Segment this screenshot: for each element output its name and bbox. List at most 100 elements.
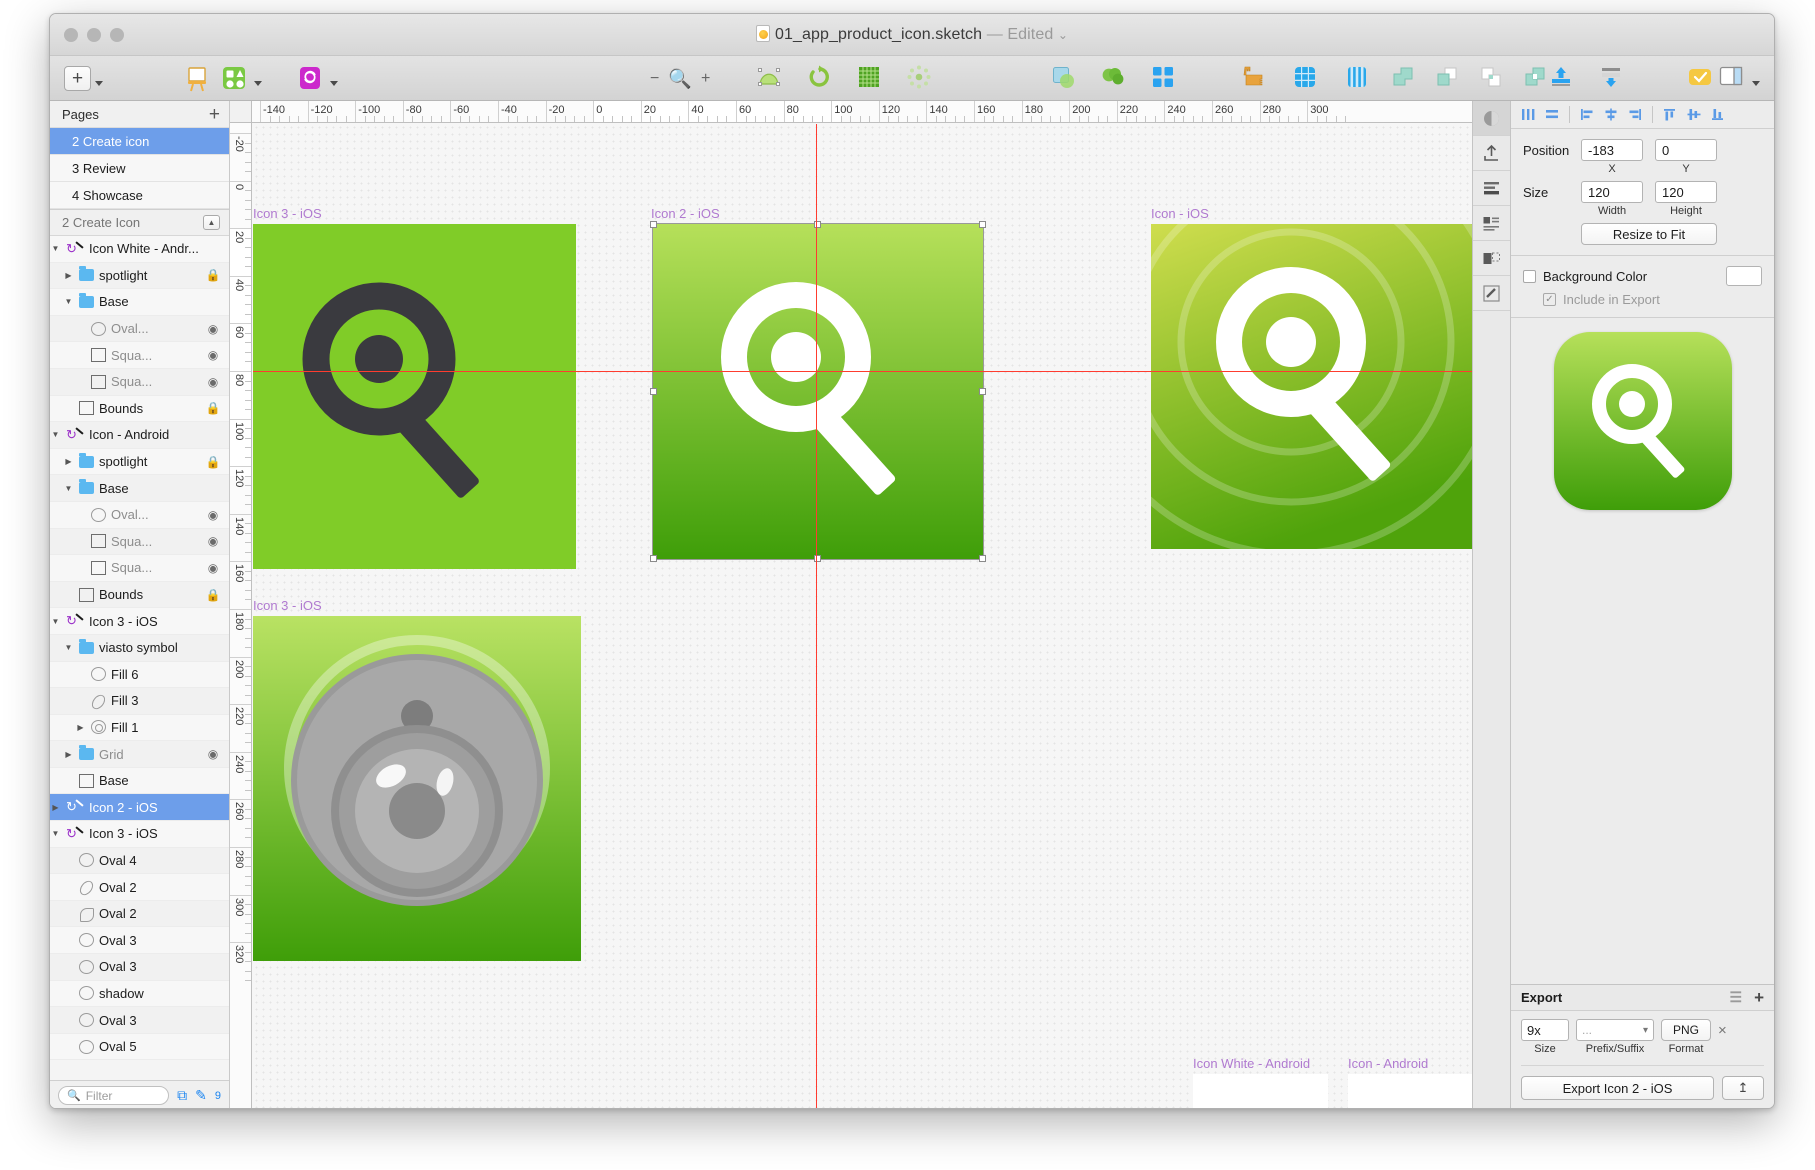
align-lines-icon[interactable]	[1472, 171, 1511, 206]
layer-row[interactable]: ▶ Squa... ◉	[50, 555, 229, 582]
layer-row[interactable]: ▶ Oval... ◉	[50, 501, 229, 529]
zoom-controls[interactable]: − 🔍 +	[650, 62, 710, 95]
eye-icon[interactable]: ◉	[205, 508, 221, 522]
disclosure-closed-icon[interactable]: ▶	[63, 750, 74, 759]
chevron-down-icon[interactable]	[1752, 80, 1760, 86]
page-item-0[interactable]: 2 Create icon	[50, 128, 229, 155]
shapes-icon[interactable]	[220, 64, 250, 94]
pencil-icon[interactable]: ✎	[195, 1087, 207, 1104]
mask-shape-icon[interactable]	[1472, 241, 1511, 276]
selection-handle[interactable]	[979, 388, 986, 395]
artboard-icon3-ios-bottom[interactable]	[253, 616, 581, 961]
artboard-label[interactable]: Icon - iOS	[1151, 206, 1209, 221]
artboard-icon2-ios[interactable]	[652, 223, 984, 560]
include-in-export-checkbox[interactable]: ✓	[1543, 293, 1556, 306]
mask-icon[interactable]	[756, 64, 786, 94]
layer-row[interactable]: ▶ Oval 3	[50, 1007, 229, 1034]
align-middle-icon[interactable]	[1683, 105, 1705, 125]
disclosure-open-icon[interactable]: ▼	[50, 430, 61, 439]
page-item-2[interactable]: 4 Showcase	[50, 182, 229, 209]
toggle-inspector-icon[interactable]	[1718, 64, 1748, 94]
artboard-label[interactable]: Icon White - Android	[1193, 1056, 1310, 1071]
inspector-icon-strip[interactable]	[1472, 101, 1511, 1108]
disclosure-closed-icon[interactable]: ▶	[50, 803, 61, 812]
disclosure-open-icon[interactable]: ▼	[63, 297, 74, 306]
horizontal-guide[interactable]	[253, 371, 1472, 372]
add-export-preset-button[interactable]: +	[1754, 988, 1764, 1008]
artboard-icon3-ios-top[interactable]	[253, 224, 576, 569]
artboard-label[interactable]: Icon 2 - iOS	[651, 206, 720, 221]
layer-row[interactable]: ▶ Oval... ◉	[50, 315, 229, 343]
lock-icon[interactable]: 🔒	[205, 401, 221, 415]
chevron-down-icon[interactable]	[330, 80, 338, 86]
plus-icon[interactable]: +	[64, 66, 91, 91]
export-size-input[interactable]: 9x	[1521, 1019, 1569, 1041]
chevron-down-icon[interactable]	[95, 80, 103, 86]
align-bottom-icon[interactable]	[1707, 105, 1729, 125]
layer-row[interactable]: ▼ ↻ Icon White - Andr...	[50, 236, 229, 263]
disclosure-closed-icon[interactable]: ▶	[75, 723, 86, 732]
slice-icon[interactable]	[1472, 276, 1511, 311]
insert-tool[interactable]: +	[64, 62, 103, 95]
align-top-icon[interactable]	[1659, 105, 1681, 125]
eye-icon[interactable]: ◉	[205, 348, 221, 362]
layer-row[interactable]: ▶ Squa... ◉	[50, 342, 229, 369]
order-tools-group[interactable]	[1548, 62, 1628, 95]
disclosure-open-icon[interactable]: ▼	[50, 617, 61, 626]
toggle-inspector-button[interactable]	[1718, 62, 1760, 95]
remove-export-preset-button[interactable]: ×	[1718, 1022, 1727, 1039]
layer-row[interactable]: ▼ ↻ Icon 3 - iOS	[50, 821, 229, 848]
send-to-back-icon[interactable]	[1598, 64, 1628, 94]
page-item-1[interactable]: 3 Review	[50, 155, 229, 182]
layers-list[interactable]: ▼ ↻ Icon White - Andr... ▶ spotlight 🔒 ▼ Base ▶ O…	[50, 236, 229, 1080]
flatten-icon[interactable]	[1050, 64, 1080, 94]
grid-icon[interactable]	[856, 64, 886, 94]
layer-row[interactable]: ▼ ↻ Icon 3 - iOS	[50, 608, 229, 635]
symbol-icon[interactable]	[296, 64, 326, 94]
layer-row[interactable]: ▶ Oval 2	[50, 900, 229, 928]
align-horizontal-centers-icon[interactable]	[1541, 105, 1563, 125]
align-toolbar[interactable]	[1511, 101, 1774, 129]
vertical-ruler[interactable]: -20 0 20 40 60 80 100 120 140 160 180 200 220 240 260 2…	[230, 123, 252, 1108]
export-format-select[interactable]: PNG	[1661, 1019, 1711, 1041]
layer-row[interactable]: ▶ shadow	[50, 980, 229, 1008]
chevron-down-icon[interactable]: ▾	[1643, 1025, 1648, 1036]
selection-handle[interactable]	[650, 221, 657, 228]
bring-to-front-icon[interactable]	[1548, 64, 1578, 94]
rotate-copies-icon[interactable]	[806, 64, 836, 94]
boolean-intersect-icon[interactable]	[1478, 64, 1508, 94]
ruler-icon[interactable]	[1240, 64, 1270, 94]
layer-row[interactable]: ▶ Fill 1	[50, 714, 229, 742]
text-block-icon[interactable]	[1472, 206, 1511, 241]
artboard-icon-white-android[interactable]	[1193, 1074, 1328, 1108]
eye-icon[interactable]: ◉	[205, 561, 221, 575]
disclosure-open-icon[interactable]: ▼	[50, 244, 61, 253]
lock-icon[interactable]: 🔒	[205, 268, 221, 282]
background-color-swatch[interactable]	[1726, 266, 1762, 286]
combine-tools-group[interactable]	[1050, 62, 1180, 95]
layer-row[interactable]: ▶ Oval 5	[50, 1033, 229, 1061]
height-input[interactable]: 120	[1655, 181, 1717, 203]
layer-row[interactable]: ▶ Oval 2	[50, 874, 229, 901]
layer-row[interactable]: ▶ Fill 6	[50, 661, 229, 689]
align-center-icon[interactable]	[1600, 105, 1622, 125]
selection-handle[interactable]	[979, 555, 986, 562]
share-icon[interactable]: ↥	[1722, 1076, 1764, 1100]
export-prefix-suffix-input[interactable]: ... ▾	[1576, 1019, 1654, 1041]
selection-handle[interactable]	[650, 555, 657, 562]
disclosure-open-icon[interactable]: ▼	[50, 829, 61, 838]
vertical-guide[interactable]	[816, 124, 817, 1108]
symbols-grid-icon[interactable]	[1150, 64, 1180, 94]
layer-row[interactable]: ▶ ↻ Icon 2 - iOS	[50, 794, 229, 822]
disclosure-open-icon[interactable]: ▼	[63, 484, 74, 493]
disclosure-open-icon[interactable]: ▼	[63, 643, 74, 652]
eye-icon[interactable]: ◉	[205, 375, 221, 389]
layer-row[interactable]: ▶ Bounds 🔒	[50, 395, 229, 423]
shapes-tool[interactable]	[220, 62, 262, 95]
width-input[interactable]: 120	[1581, 181, 1643, 203]
background-color-checkbox[interactable]	[1523, 269, 1536, 283]
position-y-input[interactable]: 0	[1655, 139, 1717, 161]
layer-row[interactable]: ▶ spotlight 🔒	[50, 262, 229, 290]
layer-row[interactable]: ▶ Grid ◉	[50, 741, 229, 768]
eye-icon[interactable]: ◉	[205, 322, 221, 336]
